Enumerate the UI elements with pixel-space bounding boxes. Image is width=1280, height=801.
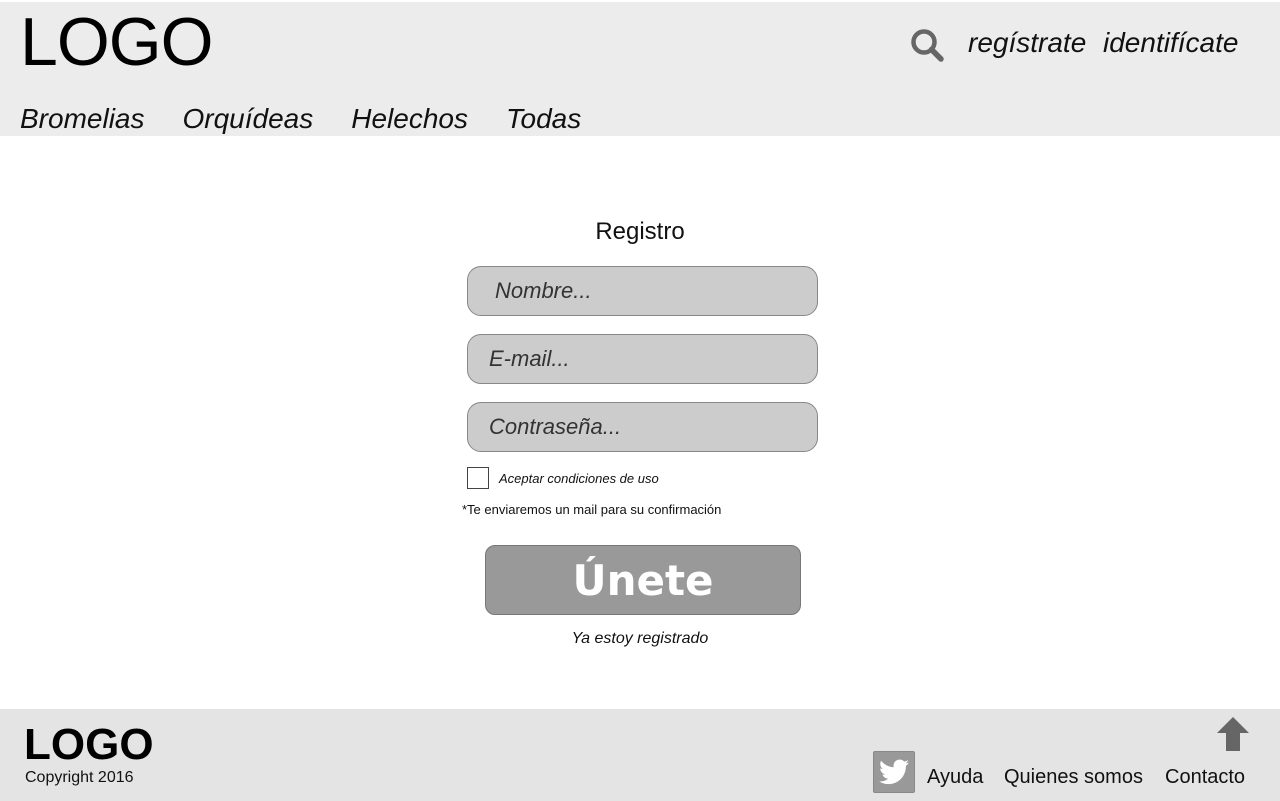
site-footer: LOGO Copyright 2016 Ayuda Quienes somos …: [0, 709, 1280, 801]
site-header: LOGO regístrate identifícate Bromelias O…: [0, 0, 1280, 136]
category-nav: Bromelias Orquídeas Helechos Todas: [20, 102, 581, 136]
confirmation-note: *Te enviaremos un mail para su confirmac…: [462, 502, 722, 517]
terms-checkbox[interactable]: [467, 467, 489, 489]
search-icon[interactable]: [909, 27, 945, 63]
password-field[interactable]: [467, 402, 818, 452]
twitter-icon[interactable]: [873, 751, 915, 793]
nav-item-bromelias[interactable]: Bromelias: [20, 102, 144, 136]
logo[interactable]: LOGO: [20, 8, 213, 76]
footer-link-ayuda[interactable]: Ayuda: [927, 766, 983, 789]
nav-item-orquideas[interactable]: Orquídeas: [182, 102, 313, 136]
login-link[interactable]: identifícate: [1103, 26, 1238, 60]
terms-label: Aceptar condiciones de uso: [499, 471, 659, 486]
nav-item-helechos[interactable]: Helechos: [351, 102, 468, 136]
join-button[interactable]: Únete: [485, 545, 801, 615]
footer-link-quienes-somos[interactable]: Quienes somos: [1004, 766, 1143, 789]
footer-logo[interactable]: LOGO: [24, 723, 154, 767]
name-field[interactable]: [467, 266, 818, 316]
arrow-up-icon[interactable]: [1217, 717, 1249, 751]
nav-item-todas[interactable]: Todas: [506, 102, 581, 136]
already-registered-link[interactable]: Ya estoy registrado: [0, 630, 1280, 648]
footer-link-contacto[interactable]: Contacto: [1165, 766, 1245, 789]
copyright: Copyright 2016: [25, 769, 134, 786]
twitter-bird-icon: [879, 759, 909, 785]
register-link[interactable]: regístrate: [968, 26, 1086, 60]
form-title: Registro: [595, 218, 685, 245]
email-field[interactable]: [467, 334, 818, 384]
